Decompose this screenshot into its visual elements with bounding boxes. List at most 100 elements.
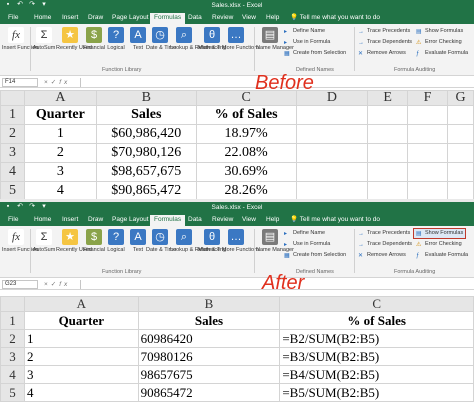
cell-a4[interactable]: 3 (23, 365, 139, 384)
cell-b4[interactable]: 98657675 (137, 365, 281, 384)
column-header[interactable]: A (23, 296, 139, 312)
cell-a3[interactable]: 2 (23, 143, 97, 163)
create-from-selection-button[interactable]: ▦ Create from Selection (284, 252, 346, 259)
cell-b2[interactable]: 60986420 (137, 329, 281, 348)
cell[interactable] (407, 181, 448, 200)
cell-a4[interactable]: 3 (23, 162, 97, 182)
cell-c3[interactable]: =B3/SUM(B2:B5) (279, 347, 474, 366)
cell-a5[interactable]: 4 (23, 383, 139, 402)
cell[interactable] (447, 181, 474, 200)
cell-b5[interactable]: $90,865,472 (95, 181, 197, 200)
cell-a1[interactable]: Quarter (23, 105, 97, 125)
cell-c5[interactable]: =B5/SUM(B2:B5) (279, 383, 474, 402)
tab-page-layout[interactable]: Page Layout (108, 215, 153, 226)
insert-function-button[interactable]: fx Insert Function (2, 229, 38, 253)
column-header[interactable]: E (367, 90, 409, 106)
remove-arrows-button[interactable]: ✕ Remove Arrows (358, 50, 406, 57)
cell[interactable] (367, 143, 409, 163)
tab-draw[interactable]: Draw (84, 215, 107, 226)
cell[interactable] (447, 124, 474, 144)
cell-a5[interactable]: 4 (23, 181, 97, 200)
cell[interactable] (295, 162, 369, 182)
trace-precedents-button[interactable]: → Trace Precedents (358, 230, 410, 237)
cell[interactable] (367, 162, 409, 182)
cell[interactable] (407, 143, 448, 163)
define-name-button[interactable]: ▸ Define Name (284, 230, 325, 237)
cell-b3[interactable]: $70,980,126 (95, 143, 197, 163)
column-header[interactable]: B (95, 90, 197, 106)
cell-b3[interactable]: 70980126 (137, 347, 281, 366)
tab-home[interactable]: Home (30, 13, 55, 24)
more-functions-button[interactable]: … More Functions (222, 229, 260, 253)
cell[interactable] (447, 143, 474, 163)
cancel-icon[interactable]: × (44, 79, 51, 86)
use-in-formula-button[interactable]: ▸ Use in Formula (284, 241, 330, 248)
tab-help[interactable]: Help (262, 13, 283, 24)
row-header[interactable]: 3 (0, 347, 25, 366)
cell-c3[interactable]: 22.08% (195, 143, 297, 163)
row-header[interactable]: 1 (0, 311, 25, 330)
tab-view[interactable]: View (238, 13, 260, 24)
tab-insert[interactable]: Insert (58, 13, 82, 24)
show-formulas-button[interactable]: ▤ Show Formulas (416, 28, 463, 35)
cell-c4[interactable]: 30.69% (195, 162, 297, 182)
column-header[interactable]: A (23, 90, 97, 106)
name-manager-button[interactable]: ▤ Name Manager (256, 229, 294, 253)
cell[interactable] (407, 124, 448, 144)
show-formulas-button-active[interactable]: ▤ Show Formulas (413, 228, 467, 239)
cell[interactable] (407, 162, 448, 182)
cell-a1[interactable]: Quarter (23, 311, 139, 330)
cell[interactable] (367, 105, 409, 125)
cell-c5[interactable]: 28.26% (195, 181, 297, 200)
cell-a2[interactable]: 1 (23, 329, 139, 348)
tab-file[interactable]: File (4, 215, 22, 226)
evaluate-formula-button[interactable]: ƒ Evaluate Formula (416, 50, 468, 57)
fx-icon[interactable]: fx (59, 79, 70, 86)
column-header[interactable]: B (137, 296, 281, 312)
tab-draw[interactable]: Draw (84, 13, 107, 24)
tab-view[interactable]: View (238, 215, 260, 226)
tab-formulas[interactable]: Formulas (150, 13, 186, 24)
row-header[interactable]: 4 (0, 162, 25, 182)
row-header[interactable]: 5 (0, 181, 25, 200)
enter-icon[interactable]: ✓ (51, 79, 59, 86)
column-header[interactable]: G (447, 90, 474, 106)
use-in-formula-button[interactable]: ▸ Use in Formula (284, 39, 330, 46)
cell-a2[interactable]: 1 (23, 124, 97, 144)
autosum-button[interactable]: Σ AutoSum (30, 229, 58, 253)
select-all-corner[interactable] (0, 296, 25, 312)
row-header[interactable]: 1 (0, 105, 25, 125)
tell-me-search[interactable]: 💡 Tell me what you want to do (290, 13, 380, 23)
remove-arrows-button[interactable]: ✕ Remove Arrows (358, 252, 406, 259)
row-header[interactable]: 2 (0, 124, 25, 144)
cell[interactable] (295, 124, 369, 144)
define-name-button[interactable]: ▸ Define Name (284, 28, 325, 35)
cell-b2[interactable]: $60,986,420 (95, 124, 197, 144)
cell-c2[interactable]: =B2/SUM(B2:B5) (279, 329, 474, 348)
row-header[interactable]: 3 (0, 143, 25, 163)
cell[interactable] (295, 143, 369, 163)
cell[interactable] (295, 181, 369, 200)
tab-data[interactable]: Data (184, 13, 206, 24)
tab-page-layout[interactable]: Page Layout (108, 13, 153, 24)
column-header[interactable]: F (407, 90, 448, 106)
cell[interactable] (447, 162, 474, 182)
cancel-icon[interactable]: × (44, 281, 51, 288)
row-header[interactable]: 5 (0, 383, 25, 402)
trace-dependents-button[interactable]: → Trace Dependents (358, 241, 412, 248)
tab-formulas[interactable]: Formulas (150, 215, 186, 226)
cell-a3[interactable]: 2 (23, 347, 139, 366)
column-header[interactable]: C (279, 296, 474, 312)
enter-icon[interactable]: ✓ (51, 281, 59, 288)
row-header[interactable]: 4 (0, 365, 25, 384)
tab-review[interactable]: Review (208, 215, 237, 226)
cell-b1[interactable]: Sales (95, 105, 197, 125)
tab-insert[interactable]: Insert (58, 215, 82, 226)
error-checking-button[interactable]: ⚠ Error Checking (416, 39, 462, 46)
cell-c1[interactable]: % of Sales (195, 105, 297, 125)
cell-c4[interactable]: =B4/SUM(B2:B5) (279, 365, 474, 384)
select-all-corner[interactable] (0, 90, 25, 106)
more-functions-button[interactable]: … More Functions (222, 27, 260, 51)
tab-home[interactable]: Home (30, 215, 55, 226)
trace-dependents-button[interactable]: → Trace Dependents (358, 39, 412, 46)
